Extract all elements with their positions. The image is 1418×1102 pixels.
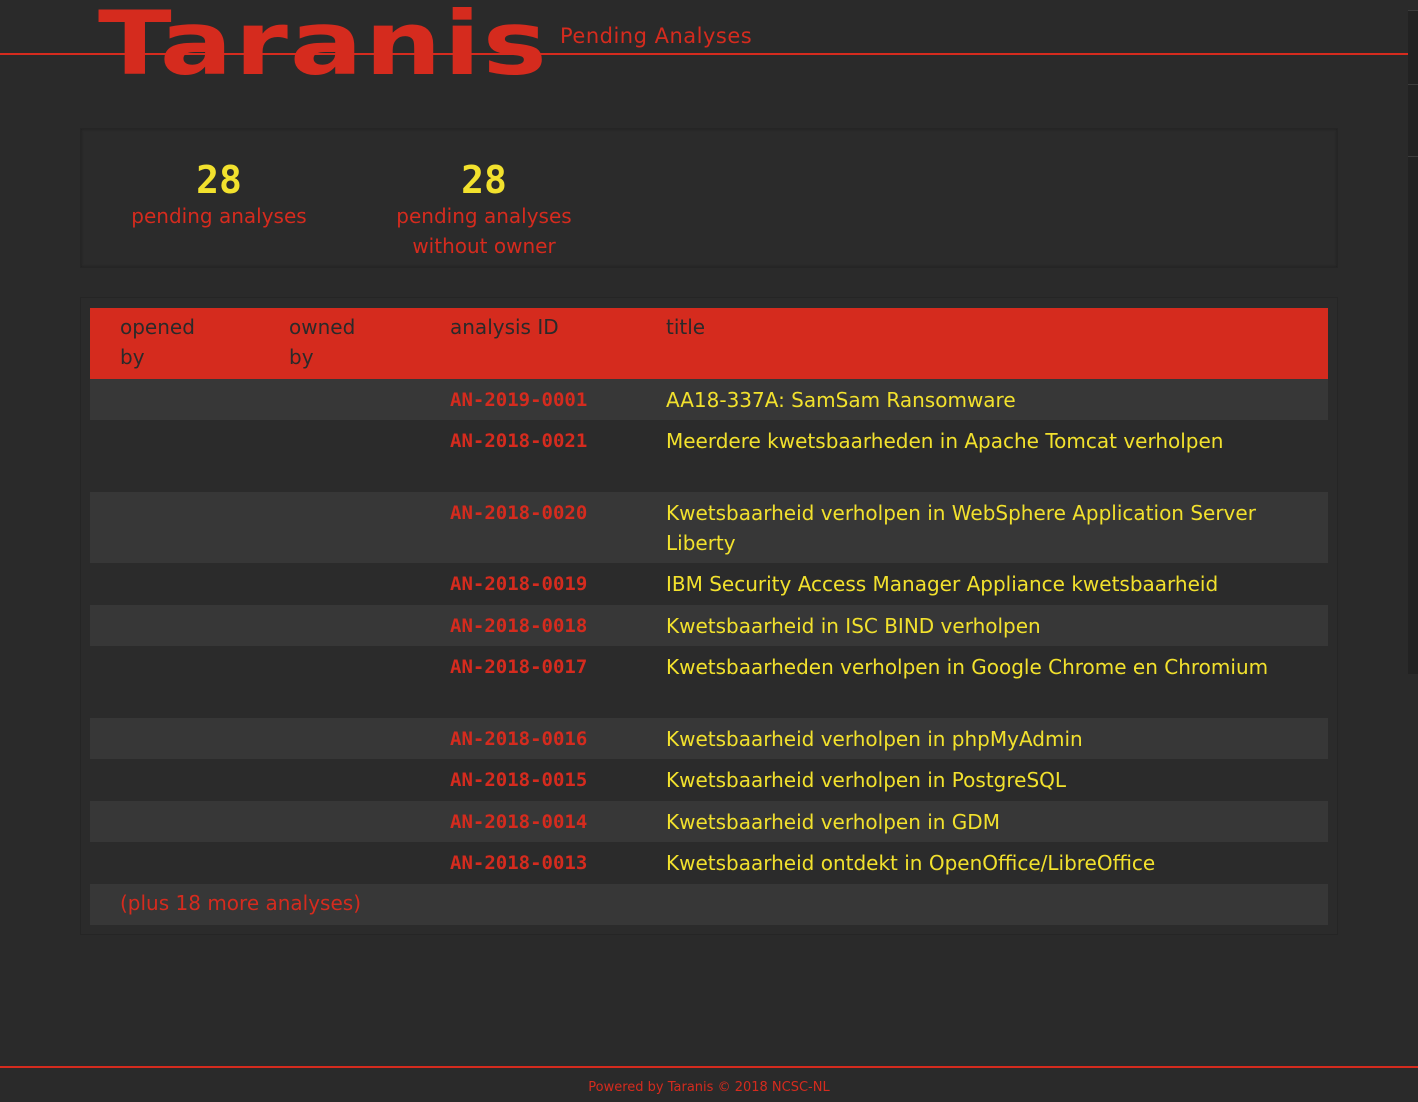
footer-divider [0, 1066, 1418, 1068]
table-row[interactable]: AN-2018-0019 IBM Security Access Manager… [90, 563, 1328, 605]
table-row[interactable]: AN-2018-0016 Kwetsbaarheid verholpen in … [90, 718, 1328, 759]
table-body: AN-2019-0001 AA18-337A: SamSam Ransomwar… [90, 379, 1328, 925]
more-analyses-link[interactable]: (plus 18 more analyses) [120, 888, 361, 918]
cell-title[interactable]: Kwetsbaarheden verholpen in Google Chrom… [666, 652, 1316, 682]
table-row[interactable]: AN-2018-0020 Kwetsbaarheid verholpen in … [90, 492, 1328, 563]
table-header: opened by owned by analysis ID title [90, 308, 1328, 379]
cell-title[interactable]: Kwetsbaarheid ontdekt in OpenOffice/Libr… [666, 848, 1316, 878]
cell-analysis-id[interactable]: AN-2018-0016 [450, 724, 587, 754]
cell-analysis-id[interactable]: AN-2018-0017 [450, 652, 587, 682]
table-row[interactable]: AN-2018-0015 Kwetsbaarheid verholpen in … [90, 759, 1328, 801]
table-row[interactable]: AN-2019-0001 AA18-337A: SamSam Ransomwar… [90, 379, 1328, 420]
cell-title[interactable]: Kwetsbaarheid verholpen in GDM [666, 807, 1316, 837]
table-row[interactable]: AN-2018-0018 Kwetsbaarheid in ISC BIND v… [90, 605, 1328, 646]
cell-title[interactable]: Kwetsbaarheid verholpen in phpMyAdmin [666, 724, 1316, 754]
column-header-analysis-id[interactable]: analysis ID [450, 312, 559, 342]
column-header-title[interactable]: title [666, 312, 705, 342]
cell-analysis-id[interactable]: AN-2018-0019 [450, 569, 587, 599]
column-header-opened-by-line1: opened [120, 315, 195, 339]
cell-title[interactable]: Kwetsbaarheid in ISC BIND verholpen [666, 611, 1316, 641]
cell-analysis-id[interactable]: AN-2018-0013 [450, 848, 587, 878]
scrollbar-tick [1408, 10, 1418, 11]
analyses-table-panel: opened by owned by analysis ID title AN-… [80, 297, 1338, 935]
cell-title[interactable]: Kwetsbaarheid verholpen in WebSphere App… [666, 498, 1316, 558]
stat-pending-value: 28 [196, 158, 242, 202]
scrollbar[interactable] [1408, 10, 1418, 674]
cell-title[interactable]: Meerdere kwetsbaarheden in Apache Tomcat… [666, 426, 1316, 456]
table-row[interactable]: AN-2018-0013 Kwetsbaarheid ontdekt in Op… [90, 842, 1328, 884]
cell-analysis-id[interactable]: AN-2018-0020 [450, 498, 587, 528]
summary-panel: 28 pending analyses 28 pending analyses … [80, 128, 1338, 268]
cell-analysis-id[interactable]: AN-2018-0018 [450, 611, 587, 641]
app-logo[interactable]: Taranis [98, 0, 549, 89]
stat-pending-analyses[interactable]: 28 pending analyses [119, 159, 319, 231]
scrollbar-tick [1408, 84, 1418, 85]
cell-analysis-id[interactable]: AN-2018-0015 [450, 765, 587, 795]
cell-title[interactable]: IBM Security Access Manager Appliance kw… [666, 569, 1326, 599]
table-row[interactable]: AN-2018-0014 Kwetsbaarheid verholpen in … [90, 801, 1328, 842]
column-header-opened-by-line2: by [120, 345, 145, 369]
cell-analysis-id[interactable]: AN-2019-0001 [450, 385, 587, 415]
column-header-opened-by[interactable]: opened by [120, 312, 195, 372]
column-header-owned-by[interactable]: owned by [289, 312, 355, 372]
cell-title[interactable]: AA18-337A: SamSam Ransomware [666, 385, 1316, 415]
footer-credit: Powered by Taranis © 2018 NCSC-NL [588, 1080, 830, 1095]
page-title: Pending Analyses [560, 24, 753, 48]
stat-no-owner-value: 28 [461, 158, 507, 202]
scrollbar-tick [1408, 156, 1418, 157]
table-row[interactable]: AN-2018-0017 Kwetsbaarheden verholpen in… [90, 646, 1328, 718]
column-header-owned-by-line2: by [289, 345, 314, 369]
stat-pending-label: pending analyses [131, 204, 307, 228]
cell-analysis-id[interactable]: AN-2018-0021 [450, 426, 587, 456]
column-header-owned-by-line1: owned [289, 315, 356, 339]
stat-pending-without-owner[interactable]: 28 pending analyses without owner [384, 159, 584, 261]
stat-no-owner-label-line2: without owner [412, 234, 556, 258]
stat-no-owner-label-line1: pending analyses [396, 204, 572, 228]
cell-analysis-id[interactable]: AN-2018-0014 [450, 807, 587, 837]
cell-title[interactable]: Kwetsbaarheid verholpen in PostgreSQL [666, 765, 1316, 795]
table-row[interactable]: AN-2018-0021 Meerdere kwetsbaarheden in … [90, 420, 1328, 492]
more-analyses-row[interactable]: (plus 18 more analyses) [90, 884, 1328, 925]
